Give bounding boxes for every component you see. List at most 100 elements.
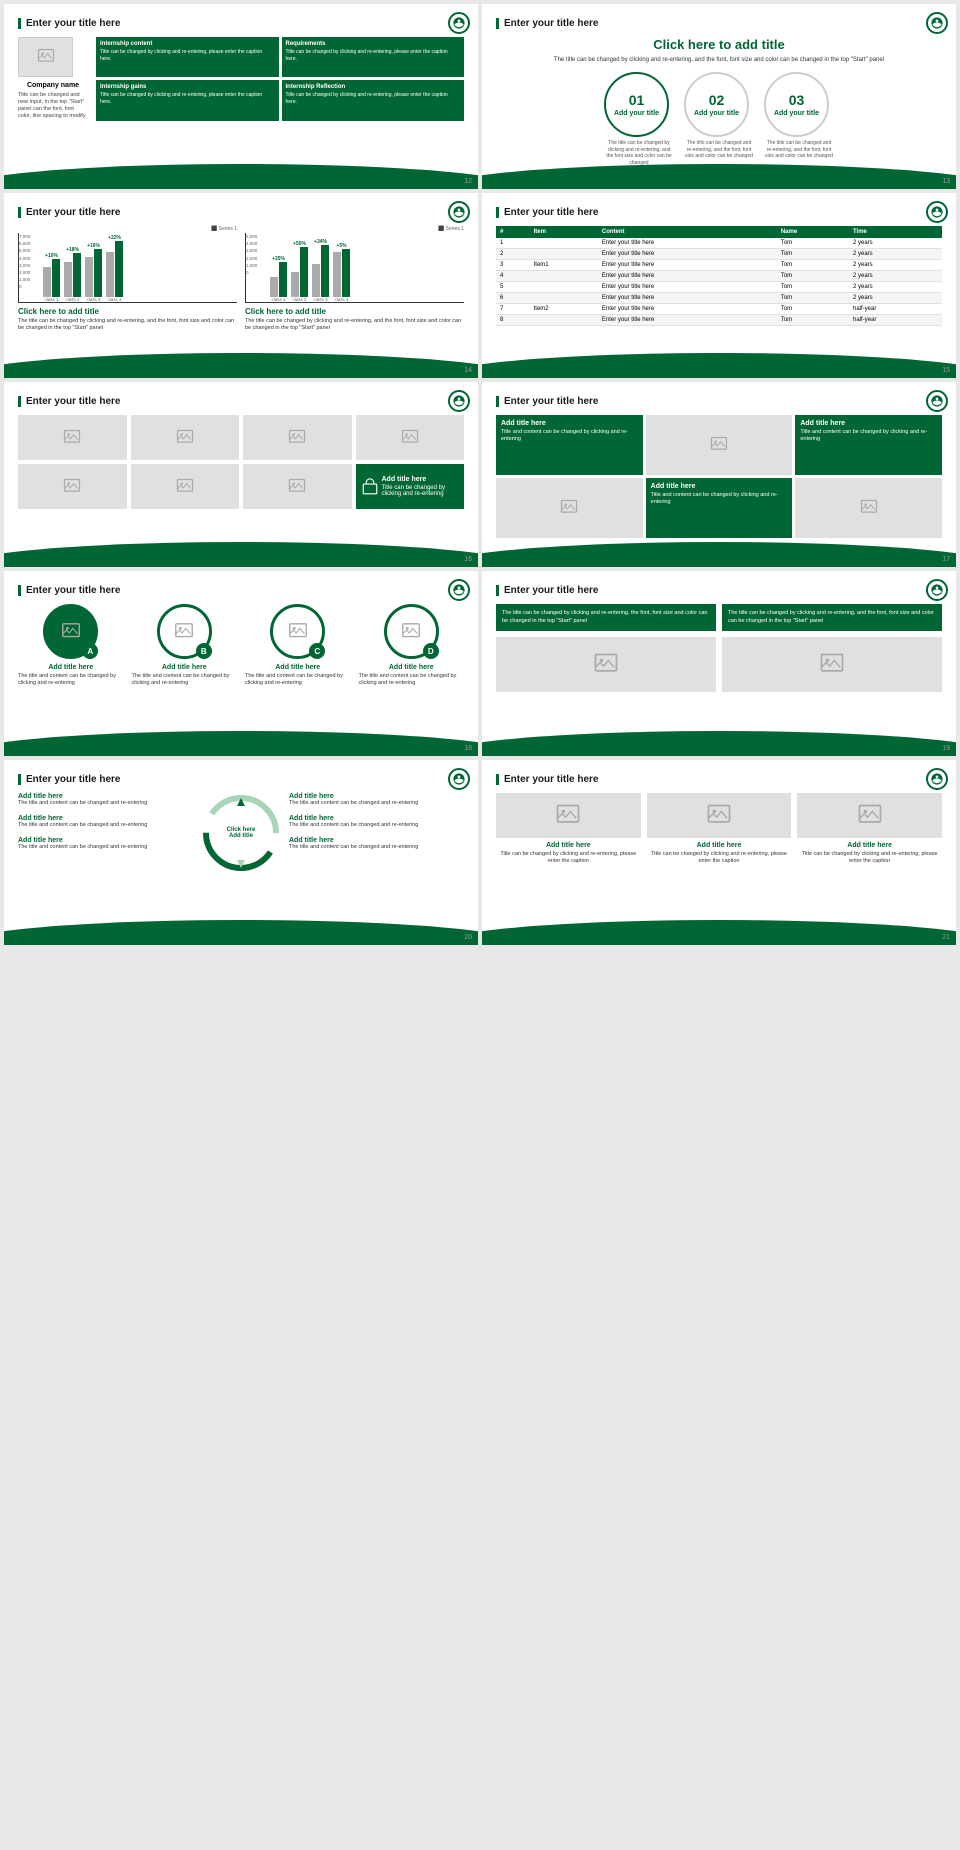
s12-box-2-title: Internship gains [100, 84, 275, 90]
s12-box-2-text: Title can be changed by clicking and re-… [100, 92, 275, 105]
slide-21-number: 21 [942, 934, 950, 941]
table-row: 2Enter your title hereTom2 years [496, 249, 942, 260]
s16-img-3 [356, 415, 465, 460]
slide-13-number: 13 [942, 178, 950, 185]
s13-main-title[interactable]: Click here to add title [496, 37, 942, 52]
s14-series1: ⬛ Series 1 [18, 226, 237, 232]
s12-left: Company name Title can be changed and ne… [18, 37, 88, 121]
wave-21 [482, 920, 956, 945]
s19-images [496, 637, 942, 692]
slide-13-title: Enter your title here [496, 18, 942, 29]
table-row: 1Enter your title hereTom2 years [496, 238, 942, 249]
s20-item-r2-title: Add title here [289, 837, 464, 844]
s21-img-1 [647, 793, 792, 838]
logo-16 [448, 390, 470, 412]
s14-charts: ⬛ Series 1 7,0006,0005,0004,0003,0002,00… [18, 226, 464, 332]
s12-company-name: Company name [18, 82, 88, 89]
s17-title-0: Add title here [501, 420, 638, 427]
s13-ctitle-1: Add your title [694, 110, 739, 117]
slide-16: Enter your title here [4, 382, 478, 567]
s15-th-3: Name [777, 226, 849, 238]
s13-cdesc-2: The title can be changed and re-entering… [764, 140, 834, 160]
slide-17-number: 17 [942, 556, 950, 563]
wave-17 [482, 542, 956, 567]
slide-15: Enter your title here # Item Content Nam… [482, 193, 956, 378]
s19-box-1: The title can be changed by clicking and… [722, 604, 942, 631]
s13-cdesc-1: The titlo can be changed and re-entering… [684, 140, 754, 160]
wave-15 [482, 353, 956, 378]
s12-box-3: Internship Reflection Title can be chang… [282, 80, 465, 120]
s20-content: Add title here The title and content can… [18, 793, 464, 873]
slide-12-number: 12 [464, 178, 472, 185]
slide-17-title: Enter your title here [496, 396, 942, 407]
s14-chart1-sub: The title can be changed by clicking and… [18, 318, 237, 332]
s20-left: Add title here The title and content can… [18, 793, 193, 873]
slide-18-number: 18 [464, 745, 472, 752]
slide-21-title: Enter your title here [496, 774, 942, 785]
slide-19-title: Enter your title here [496, 585, 942, 596]
s17-cell-g0: Add title here Title and content can be … [496, 415, 643, 475]
s20-item-l1: Add title here The title and content can… [18, 815, 193, 829]
s18-letter-0: A [87, 647, 93, 656]
slide-20: Enter your title here Add title here The… [4, 760, 478, 945]
s20-mid: Click here Add title [201, 793, 281, 873]
s17-text-2: Title and content can be changed by clic… [800, 429, 937, 443]
s19-box-0: The title can be changed by clicking and… [496, 604, 716, 631]
logo-12 [448, 12, 470, 34]
s13-num-1: 02 [709, 92, 725, 108]
slide-18: Enter your title here A Add title here T… [4, 571, 478, 756]
slide-19-number: 19 [942, 745, 950, 752]
s13-circle-0: 01 Add your title The title can be chang… [604, 72, 674, 166]
wave-18 [4, 731, 478, 756]
s18-circle-3: D [384, 604, 439, 659]
slide-12-content: Company name Title can be changed and ne… [18, 37, 464, 121]
slide-21: Enter your title here Add title here Tit… [482, 760, 956, 945]
s16-img-1 [131, 415, 240, 460]
s16-featured: Add title here Title can be changed by c… [356, 464, 465, 509]
logo-17 [926, 390, 948, 412]
s14-chart1-title[interactable]: Click here to add title [18, 307, 237, 316]
slide-14-number: 14 [464, 367, 472, 374]
s13-ctitle-0: Add your title [614, 110, 659, 117]
s14-chart2-title[interactable]: Click here to add title [245, 307, 464, 316]
s20-right: Add title here The title and content can… [289, 793, 464, 873]
s20-item-r0-title: Add title here [289, 793, 464, 800]
wave-14 [4, 353, 478, 378]
s20-item-r0: Add title here The title and content can… [289, 793, 464, 807]
s20-item-r1-text: The title and content can be changed and… [289, 822, 464, 829]
wave-19 [482, 731, 956, 756]
s21-title-2: Add title here [847, 842, 892, 849]
s17-title-2: Add title here [800, 420, 937, 427]
s13-circles: 01 Add your title The title can be chang… [496, 72, 942, 166]
logo-20 [448, 768, 470, 790]
s17-img-1 [646, 415, 793, 475]
s20-item-l2-text: The title and content can be changed and… [18, 844, 193, 851]
s16-img-6 [243, 464, 352, 509]
s18-title-0: Add title here [48, 664, 93, 671]
s13-circle-2-ring: 03 Add your title [764, 72, 829, 137]
slide-12: Enter your title here Company name Title… [4, 4, 478, 189]
wave-20 [4, 920, 478, 945]
s20-item-r2: Add title here The title and content can… [289, 837, 464, 851]
s17-title-4: Add title here [651, 483, 788, 490]
table-row: 7Item2Enter your title hereTomhalf-year [496, 304, 942, 315]
s18-letter-1: B [201, 647, 207, 656]
s14-chart1-area: 7,0006,0005,0004,0003,0002,0001,0000 +10… [18, 233, 237, 303]
s21-text-0: Title can be changed by clicking and re-… [496, 851, 641, 865]
wave-16 [4, 542, 478, 567]
logo-21 [926, 768, 948, 790]
s13-cdesc-0: The title can be changed by clicking and… [604, 140, 674, 166]
s12-company-desc: Title can be changed and new input, in t… [18, 92, 88, 121]
wave-12 [4, 164, 478, 189]
s20-item-r1: Add title here The title and content can… [289, 815, 464, 829]
s19-box-1-text: The title can be changed by clicking and… [728, 610, 936, 625]
s13-num-2: 03 [789, 92, 805, 108]
slide-14-title: Enter your title here [18, 207, 464, 218]
slide-15-number: 15 [942, 367, 950, 374]
slide-15-title: Enter your title here [496, 207, 942, 218]
s12-image [18, 37, 73, 77]
s18-circle-2: C [270, 604, 325, 659]
s18-text-0: The title and content can be changed by … [18, 673, 124, 687]
logo-13 [926, 12, 948, 34]
s16-grid: Add title here Title can be changed by c… [18, 415, 464, 509]
